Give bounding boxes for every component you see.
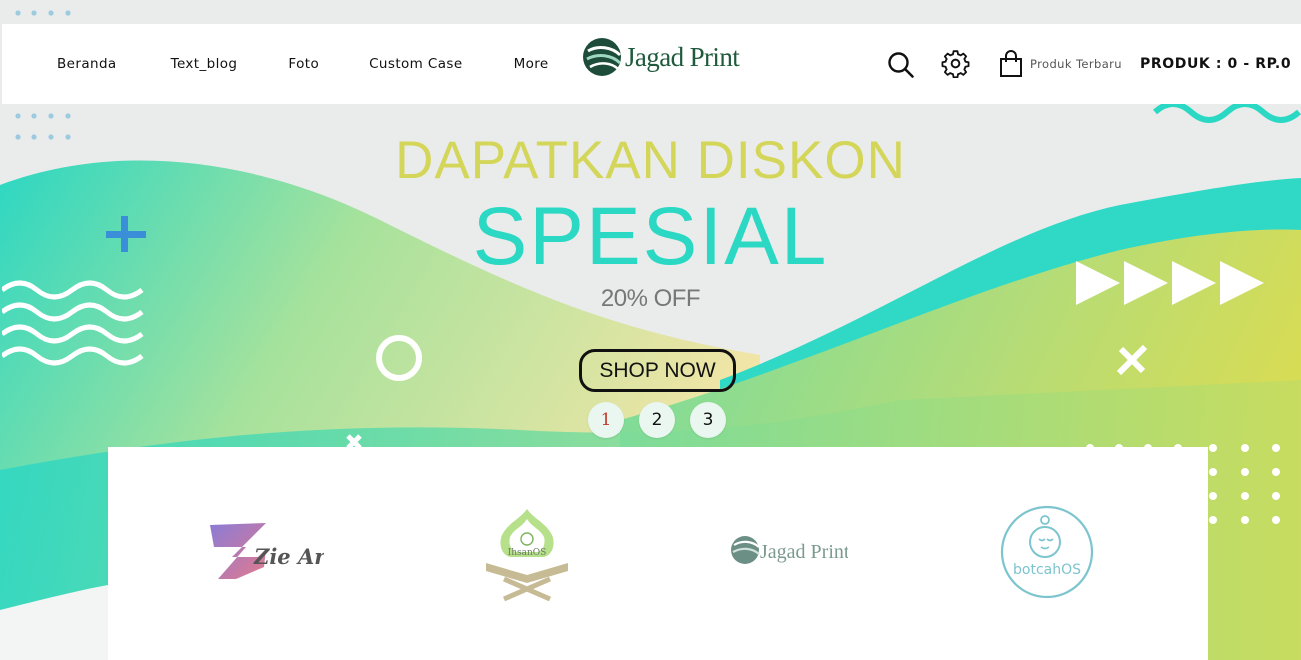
svg-text:Jagad Print: Jagad Print	[760, 541, 848, 563]
slide-dot-3[interactable]: 3	[690, 402, 726, 438]
brand-logo-botcahos[interactable]: botcahOS	[999, 504, 1095, 600]
nav-item-foto[interactable]: Foto	[288, 56, 319, 72]
search-icon[interactable]	[887, 51, 915, 79]
slide-dot-2[interactable]: 2	[639, 402, 675, 438]
slide-dot-1[interactable]: 1	[588, 402, 624, 438]
brand-logo-ihsanos[interactable]: IhsanOS	[480, 505, 574, 601]
brand-logo-zie-art[interactable]: Zie Art	[206, 519, 324, 583]
brand-logos-panel: Zie Art IhsanOS Jagad Print botcahOS	[108, 447, 1208, 660]
shopping-bag-icon[interactable]	[999, 50, 1023, 78]
gear-icon[interactable]	[941, 49, 970, 78]
main-nav: Beranda Text_blog Foto Custom Case More	[57, 24, 549, 104]
cart-total[interactable]: PRODUK : 0 - RP.0	[1140, 56, 1291, 72]
nav-item-more[interactable]: More	[514, 56, 549, 72]
hero-title: SPESIAL	[472, 191, 829, 282]
nav-item-custom-case[interactable]: Custom Case	[369, 56, 462, 72]
hero-discount: 20% OFF	[600, 285, 701, 312]
shop-now-button[interactable]: SHOP NOW	[579, 349, 736, 392]
ring-decoration	[376, 335, 422, 381]
logo-swoosh-icon	[583, 38, 622, 76]
logo-text: Jagad Print	[625, 41, 740, 72]
cross-decoration-icon	[346, 434, 362, 448]
svg-text:Zie Art: Zie Art	[253, 544, 324, 569]
site-header: Beranda Text_blog Foto Custom Case More …	[2, 24, 1301, 104]
site-logo[interactable]: Jagad Print	[582, 36, 740, 78]
hero-headline: DAPATKAN DISKON	[395, 131, 906, 190]
cross-decoration-icon	[1116, 344, 1148, 376]
svg-text:botcahOS: botcahOS	[1013, 562, 1081, 578]
nav-item-beranda[interactable]: Beranda	[57, 56, 117, 72]
nav-item-text-blog[interactable]: Text_blog	[171, 56, 238, 72]
brand-logo-jagad-print[interactable]: Jagad Print	[730, 533, 848, 567]
cart-label[interactable]: Produk Terbaru	[1030, 57, 1122, 71]
svg-text:IhsanOS: IhsanOS	[508, 548, 547, 558]
